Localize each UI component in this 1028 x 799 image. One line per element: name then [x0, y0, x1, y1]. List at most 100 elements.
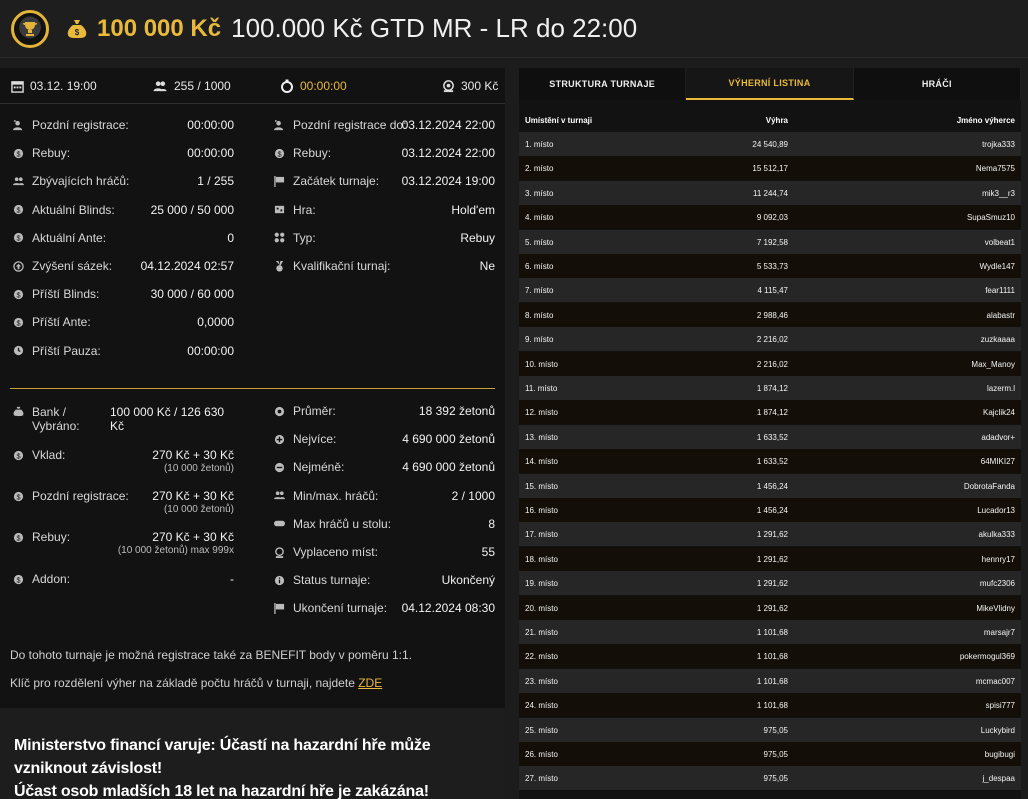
- prize-cell: 2 988,46: [756, 310, 788, 320]
- svg-text:$: $: [16, 205, 20, 214]
- position-cell: 1. místo: [525, 140, 554, 149]
- deposit-value: 270 Kč + 30 Kč: [152, 448, 234, 462]
- timing-label: Příští Ante:: [32, 315, 91, 330]
- stat-value: 18 392 žetonů: [418, 404, 495, 418]
- winner-cell: 64MIKI27: [980, 457, 1015, 467]
- timing-value: 04.12.2024 02:57: [140, 259, 234, 273]
- stat-label: Nejméně:: [293, 460, 345, 475]
- timing-value: 00:00:00: [187, 343, 234, 358]
- stat-row: Min/max. hráčů:: [273, 486, 378, 506]
- timing-row: $ Rebuy:: [12, 143, 70, 163]
- tab-payouts[interactable]: VÝHERNÍ LISTINA: [686, 68, 854, 100]
- benefit-note: Do tohoto turnaje je možná registrace ta…: [10, 648, 412, 662]
- winner-cell: zuzkaaaa: [980, 335, 1015, 345]
- stat-value: Ukončený: [441, 573, 495, 588]
- timing-row: $ Aktuální Blinds:: [12, 200, 115, 220]
- page-title: 100.000 Kč GTD MR - LR do 22:00: [231, 13, 638, 43]
- prize-cell: 2 216,02: [756, 359, 788, 369]
- table-row: 22. místo 1 101,68 pokermogul369: [519, 644, 1021, 669]
- position-cell: 14. místo: [525, 457, 558, 467]
- table-row: 19. místo 1 291,62 mufc2306: [519, 571, 1021, 596]
- prize-cell: 1 291,62: [756, 554, 788, 564]
- stat-label: Max hráčů u stolu:: [293, 516, 392, 531]
- tab-structure[interactable]: STRUKTURA TURNAJE: [519, 68, 687, 100]
- winner-cell: j_despaa: [982, 774, 1015, 784]
- addon-row: $ Addon:: [12, 569, 70, 589]
- coin-stack-icon: [443, 79, 454, 92]
- winner-cell: mufc2306: [979, 579, 1015, 589]
- position-cell: 25. místo: [525, 725, 558, 735]
- position-cell: 23. místo: [525, 676, 558, 686]
- prize-cell: 9 092,03: [756, 213, 788, 223]
- stat-row: Nejvíce:: [273, 429, 336, 449]
- stopwatch-icon: [281, 79, 293, 93]
- svg-text:$: $: [16, 492, 20, 501]
- stat-label: Průměr:: [293, 404, 336, 418]
- position-cell: 13. místo: [525, 432, 558, 442]
- table-row: 17. místo 1 291,62 akulka333: [519, 522, 1021, 547]
- position-cell: 27. místo: [525, 774, 558, 784]
- winner-cell: volbeat1: [984, 237, 1015, 247]
- ante-icon: $: [12, 232, 24, 244]
- players-icon: [12, 175, 24, 187]
- winner-cell: fear1111: [985, 286, 1015, 296]
- stat-row: Vyplaceno míst:: [273, 542, 378, 562]
- user-add-icon: [12, 119, 24, 131]
- detail-row: $ Rebuy:: [273, 143, 331, 163]
- prize-cell: 2 216,02: [756, 335, 788, 345]
- prize-cell: 5 533,73: [756, 262, 788, 271]
- rebuy-icon: $: [12, 449, 24, 461]
- flag-icon: [273, 602, 285, 614]
- detail-row: Kvalifikační turnaj:: [273, 256, 390, 276]
- prize-cell: 1 291,62: [756, 603, 788, 613]
- winner-cell: spisi777: [985, 701, 1015, 711]
- detail-label: Hra:: [293, 202, 316, 217]
- tab-players[interactable]: HRÁČI: [853, 68, 1021, 100]
- svg-text:$: $: [16, 290, 20, 299]
- position-cell: 16. místo: [525, 506, 558, 515]
- warning-line-2: Účast osob mladších 18 let na hazardní h…: [14, 783, 429, 799]
- tournament-info-panel: 03.12. 19:00 255 / 1000 00:00:00 300 Kč …: [0, 68, 505, 708]
- late-reg-row: $ Pozdní registrace:: [12, 486, 129, 506]
- position-cell: 11. místo: [525, 384, 558, 393]
- chip-icon: [273, 405, 285, 417]
- svg-text:$: $: [75, 28, 80, 37]
- chip-minus-icon: [273, 461, 285, 473]
- payout-key-link[interactable]: ZDE: [358, 676, 382, 690]
- stat-value: 2 / 1000: [451, 488, 495, 503]
- stat-label: Vyplaceno míst:: [293, 545, 378, 559]
- start-date: 03.12. 19:00: [11, 79, 97, 93]
- rebuy-icon: $: [12, 147, 24, 159]
- table-row: 24. místo 1 101,68 spisi777: [519, 693, 1021, 718]
- prize-cell: 7 192,58: [756, 237, 788, 247]
- table-row: 12. místo 1 874,12 Kajclik24: [519, 400, 1021, 425]
- table-row: 8. místo 2 988,46 alabastr: [519, 302, 1021, 327]
- stat-row: Status turnaje:: [273, 570, 370, 590]
- table-row: 20. místo 1 291,62 MikeVlidny: [519, 595, 1021, 620]
- rebuy-cost-label: Rebuy:: [32, 530, 71, 544]
- clock-icon: [12, 345, 24, 357]
- info-topbar: 03.12. 19:00 255 / 1000 00:00:00 300 Kč: [0, 68, 505, 104]
- table-row: 3. místo 11 244,74 mik3__r3: [519, 180, 1021, 205]
- svg-text:$: $: [16, 533, 20, 542]
- position-cell: 9. místo: [525, 335, 554, 345]
- prize-cell: 4 115,47: [757, 286, 788, 296]
- table-row: 21. místo 1 101,68 marsajr7: [519, 620, 1021, 644]
- prize-amount: 100 000 Kč: [97, 14, 222, 42]
- stat-label: Ukončení turnaje:: [293, 601, 388, 616]
- winner-cell: bugibugi: [984, 750, 1015, 759]
- prize-cell: 975,05: [763, 750, 788, 759]
- stat-label: Min/max. hráčů:: [293, 488, 379, 503]
- addon-label: Addon:: [32, 572, 71, 586]
- gambling-warning: Ministerstvo financí varuje: Účastí na h…: [0, 710, 505, 799]
- position-cell: 20. místo: [525, 603, 558, 613]
- prize-cell: 1 101,68: [756, 676, 788, 686]
- winner-cell: trojka333: [982, 140, 1015, 149]
- trophy-logo-icon[interactable]: [11, 9, 49, 48]
- table-row: 11. místo 1 874,12 lazerm.l: [519, 376, 1021, 400]
- table-header: Umístění v turnaji Výhra Jméno výherce: [519, 108, 1021, 132]
- coin-icon: $: [12, 490, 24, 502]
- prize-cell: 1 874,12: [756, 384, 788, 393]
- header: $ 100 000 Kč 100.000 Kč GTD MR - LR do 2…: [0, 0, 1028, 58]
- prize-cell: 1 456,24: [756, 506, 788, 515]
